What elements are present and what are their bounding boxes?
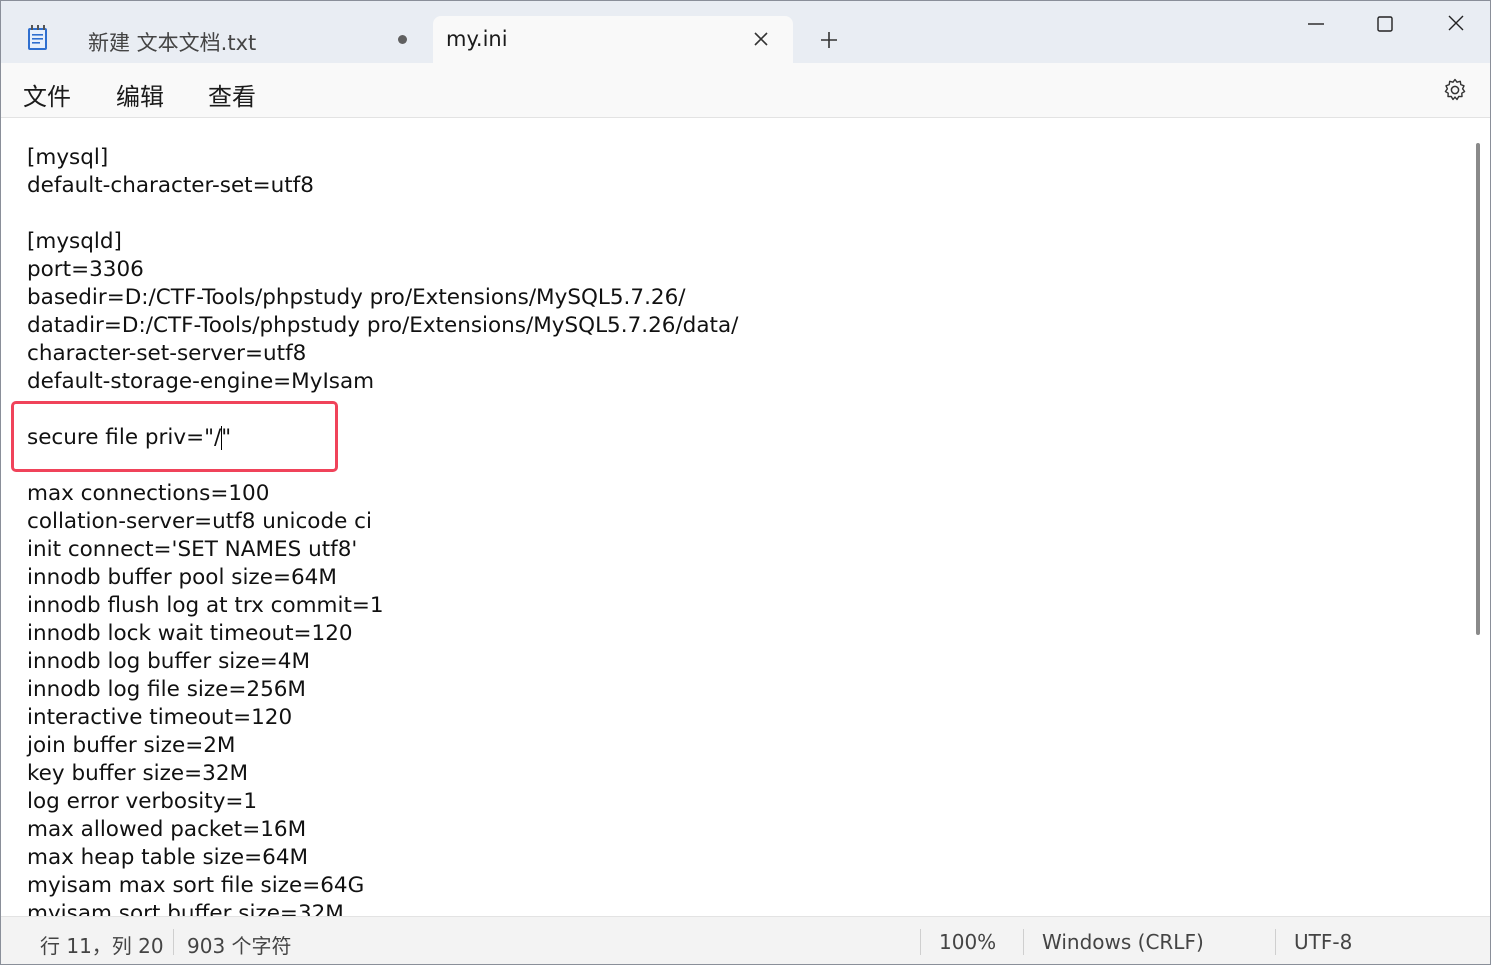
editor-line: innodb lock wait timeout=120 bbox=[27, 621, 353, 646]
editor-line: basedir=D:/CTF-Tools/phpstudy pro/Extens… bbox=[27, 285, 686, 310]
editor-line: interactive timeout=120 bbox=[27, 705, 293, 730]
editor-line: init connect='SET NAMES utf8' bbox=[27, 537, 358, 562]
menu-edit[interactable]: 编辑 bbox=[116, 77, 164, 112]
editor-line: innodb log buffer size=4M bbox=[27, 649, 311, 674]
editor-line: max heap table size=64M bbox=[27, 845, 309, 870]
line-ending[interactable]: Windows (CRLF) bbox=[1042, 930, 1204, 954]
editor-content[interactable]: [mysql] default-character-set=utf8 [mysq… bbox=[27, 144, 738, 916]
editor-line: innodb buffer pool size=64M bbox=[27, 565, 337, 590]
menu-view[interactable]: 查看 bbox=[208, 77, 256, 112]
maximize-icon[interactable] bbox=[1370, 11, 1400, 37]
encoding[interactable]: UTF-8 bbox=[1294, 930, 1352, 954]
tab-title: my.ini bbox=[446, 27, 508, 51]
character-count: 903 个字符 bbox=[187, 934, 292, 958]
editor-line: collation-server=utf8 unicode ci bbox=[27, 509, 372, 534]
tab-my-ini[interactable]: my.ini bbox=[433, 16, 793, 63]
unsaved-dot-icon bbox=[398, 35, 407, 44]
notepad-window: 新建 文本文档.txt my.ini 文件 编辑 查看 [mysql] defa… bbox=[0, 0, 1491, 965]
editor-line: port=3306 bbox=[27, 257, 144, 282]
close-window-icon[interactable] bbox=[1441, 11, 1471, 37]
tab-new-text-document[interactable]: 新建 文本文档.txt bbox=[65, 16, 431, 63]
menu-bar: 文件 编辑 查看 bbox=[1, 63, 1490, 118]
cursor-position: 行 11，列 20 bbox=[40, 934, 164, 958]
close-icon[interactable] bbox=[751, 29, 771, 49]
tab-title: 新建 文本文档.txt bbox=[88, 31, 257, 55]
vertical-scrollbar[interactable] bbox=[1476, 143, 1480, 635]
editor-line: default-storage-engine=MyIsam bbox=[27, 369, 375, 394]
text-editor[interactable]: [mysql] default-character-set=utf8 [mysq… bbox=[1, 119, 1490, 916]
annotation-highlight-box bbox=[11, 401, 338, 472]
gear-icon[interactable] bbox=[1442, 77, 1468, 103]
status-divider bbox=[920, 929, 921, 955]
status-bar: 行 11，列 20 903 个字符 100% Windows (CRLF) UT… bbox=[1, 916, 1490, 964]
status-divider bbox=[1023, 929, 1024, 955]
title-bar: 新建 文本文档.txt my.ini bbox=[1, 1, 1490, 63]
status-divider bbox=[1275, 929, 1276, 955]
editor-line: max connections=100 bbox=[27, 481, 270, 506]
editor-line: datadir=D:/CTF-Tools/phpstudy pro/Extens… bbox=[27, 313, 739, 338]
menu-file[interactable]: 文件 bbox=[23, 77, 71, 112]
plus-icon[interactable] bbox=[819, 30, 839, 50]
editor-line: myisam max sort file size=64G bbox=[27, 873, 365, 898]
minimize-icon[interactable] bbox=[1301, 11, 1331, 37]
editor-line: default-character-set=utf8 bbox=[27, 173, 314, 198]
editor-line: innodb log file size=256M bbox=[27, 677, 306, 702]
editor-line: [mysqld] bbox=[27, 229, 122, 254]
editor-line: character-set-server=utf8 bbox=[27, 341, 307, 366]
notepad-icon bbox=[28, 25, 47, 50]
editor-line: [mysql] bbox=[27, 145, 109, 170]
editor-line: innodb flush log at trx commit=1 bbox=[27, 593, 384, 618]
editor-line: join buffer size=2M bbox=[27, 733, 236, 758]
status-divider bbox=[173, 929, 174, 955]
editor-line: max allowed packet=16M bbox=[27, 817, 307, 842]
editor-line: myisam sort buffer size=32M bbox=[27, 901, 344, 916]
editor-line: log error verbosity=1 bbox=[27, 789, 258, 814]
zoom-level[interactable]: 100% bbox=[939, 930, 996, 954]
editor-line: key buffer size=32M bbox=[27, 761, 249, 786]
